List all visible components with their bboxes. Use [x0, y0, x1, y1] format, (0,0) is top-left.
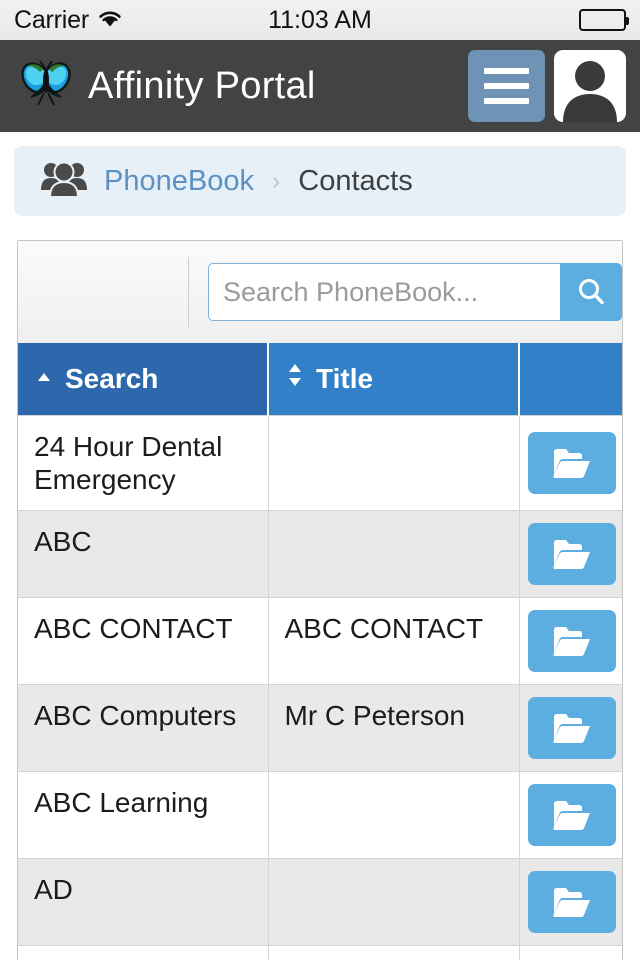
cell-action: [519, 944, 622, 960]
table-row[interactable]: ABC: [18, 509, 622, 598]
breadcrumb: PhoneBook › Contacts: [14, 146, 626, 216]
search-group: [208, 263, 622, 321]
panel-toolbar: [18, 241, 622, 343]
cell-action: [519, 596, 622, 685]
toolbar-divider: [188, 257, 189, 327]
cell-search: ADF Lawyers: [18, 944, 269, 960]
contacts-panel: Search Title: [17, 240, 623, 960]
breadcrumb-separator-icon: ›: [271, 166, 281, 195]
open-folder-icon[interactable]: [527, 696, 616, 759]
ios-status-bar: Carrier 11:03 AM: [0, 0, 640, 40]
cell-search: ABC: [18, 509, 269, 598]
cell-title: Mr C Peterson: [268, 683, 520, 772]
cell-action: [519, 770, 622, 859]
app-header: Affinity Portal: [0, 40, 640, 132]
hamburger-menu-icon[interactable]: [468, 50, 545, 122]
contacts-table: Search Title 24 Hour Dental Emergency AB…: [18, 343, 622, 960]
open-folder-icon[interactable]: [527, 870, 616, 933]
users-group-icon: [40, 159, 88, 204]
cell-action: [519, 414, 622, 511]
table-row[interactable]: ABC Learning: [18, 770, 622, 859]
open-folder-icon[interactable]: [527, 522, 616, 585]
cell-action: [519, 857, 622, 946]
breadcrumb-link-phonebook[interactable]: PhoneBook: [104, 165, 254, 198]
cell-title: ABC CONTACT: [268, 596, 520, 685]
cell-title: [268, 509, 520, 598]
open-folder-icon[interactable]: [527, 783, 616, 846]
sort-ascending-icon: [34, 363, 54, 395]
cell-search: ABC Computers: [18, 683, 269, 772]
cell-action: [519, 683, 622, 772]
breadcrumb-current-contacts: Contacts: [298, 164, 413, 197]
table-row[interactable]: ADF LawyersMr Andrew Dawes: [18, 944, 622, 960]
table-row[interactable]: 24 Hour Dental Emergency: [18, 414, 622, 511]
table-header-row: Search Title: [18, 343, 622, 415]
cell-action: [519, 509, 622, 598]
open-folder-icon[interactable]: [527, 431, 616, 494]
clock-label: 11:03 AM: [268, 5, 372, 34]
user-avatar-icon[interactable]: [554, 50, 626, 122]
table-header: Search Title: [18, 343, 622, 415]
search-input[interactable]: [208, 263, 560, 321]
sort-both-icon: [285, 362, 305, 395]
app-title: Affinity Portal: [88, 64, 316, 107]
cell-search: ABC CONTACT: [18, 596, 269, 685]
table-row[interactable]: AD: [18, 857, 622, 946]
open-folder-icon[interactable]: [527, 609, 616, 672]
column-header-title[interactable]: Title: [268, 343, 520, 415]
table-body: 24 Hour Dental Emergency ABC ABC CONTACT AB…: [18, 414, 622, 960]
breadcrumb-wrap: PhoneBook › Contacts: [0, 132, 640, 216]
search-icon[interactable]: [560, 263, 622, 321]
battery-full-icon: [579, 9, 629, 31]
header-actions: [468, 50, 626, 122]
cell-title: [268, 857, 520, 946]
column-header-actions: [519, 343, 622, 415]
cell-title: Mr Andrew Dawes: [268, 944, 520, 960]
brand: Affinity Portal: [20, 59, 468, 114]
cell-search: 24 Hour Dental Emergency: [18, 414, 269, 511]
butterfly-logo-icon: [20, 59, 74, 114]
table-row[interactable]: ABC Computers Mr C Peterson: [18, 683, 622, 772]
column-header-search-label: Search: [65, 362, 159, 394]
cell-title: [268, 414, 520, 511]
column-header-search[interactable]: Search: [18, 343, 269, 415]
status-bar-right: [579, 9, 629, 31]
table-row[interactable]: ABC CONTACT ABC CONTACT: [18, 596, 622, 685]
column-header-title-label: Title: [316, 362, 374, 394]
cell-title: [268, 770, 520, 859]
cell-search: AD: [18, 857, 269, 946]
cell-search: ABC Learning: [18, 770, 269, 859]
